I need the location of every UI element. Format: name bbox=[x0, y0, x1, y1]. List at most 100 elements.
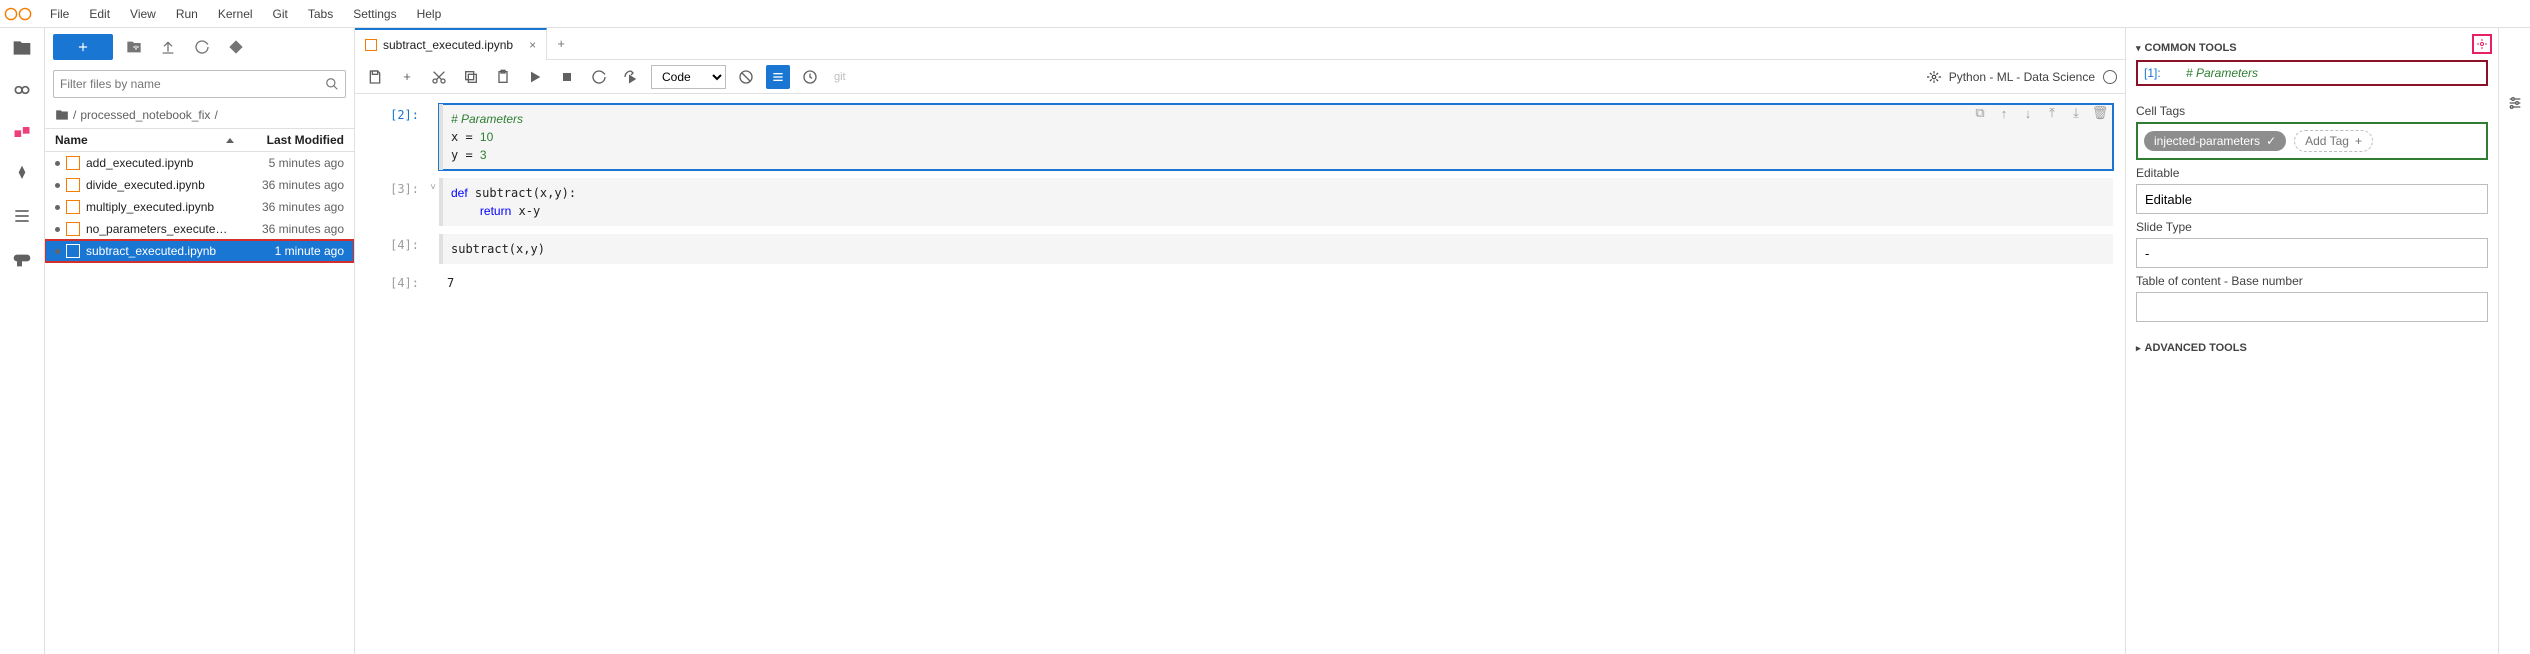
menu-settings[interactable]: Settings bbox=[343, 3, 406, 25]
new-folder-icon[interactable] bbox=[121, 34, 147, 60]
render-icon[interactable] bbox=[766, 65, 790, 89]
cell-gutter bbox=[439, 234, 443, 264]
celltype-select[interactable]: Code bbox=[651, 65, 726, 89]
gear-icon[interactable] bbox=[1927, 70, 1941, 84]
check-icon: ✓ bbox=[2266, 134, 2276, 148]
insert-below-icon[interactable]: ⤓ bbox=[2067, 104, 2085, 122]
save-icon[interactable] bbox=[363, 65, 387, 89]
file-row[interactable]: multiply_executed.ipynb36 minutes ago bbox=[45, 196, 354, 218]
diamond-git-icon[interactable] bbox=[223, 34, 249, 60]
fold-icon[interactable]: ˅ bbox=[427, 178, 439, 226]
cell-toolbar: ⧉ ↑ ↓ ⤒ ⤓ 🗑 bbox=[1971, 104, 2109, 122]
file-row[interactable]: add_executed.ipynb5 minutes ago bbox=[45, 152, 354, 174]
notebook-icon bbox=[66, 222, 80, 236]
menu-file[interactable]: File bbox=[40, 3, 79, 25]
new-launcher-button[interactable] bbox=[53, 34, 113, 60]
fold-icon[interactable] bbox=[427, 234, 439, 264]
cell-code[interactable]: def subtract(x,y): return x-y bbox=[443, 178, 2113, 226]
file-row[interactable]: no_parameters_executed.ipynb36 minutes a… bbox=[45, 218, 354, 240]
file-modified: 5 minutes ago bbox=[234, 156, 344, 170]
upload-icon[interactable] bbox=[155, 34, 181, 60]
notebook-icon bbox=[66, 178, 80, 192]
toc-icon[interactable] bbox=[10, 204, 34, 228]
cell-code[interactable]: subtract(x,y) bbox=[443, 234, 2113, 264]
file-modified: 36 minutes ago bbox=[234, 200, 344, 214]
common-tools-header[interactable]: COMMON TOOLS bbox=[2145, 42, 2237, 54]
stop-icon[interactable] bbox=[555, 65, 579, 89]
fold-icon[interactable] bbox=[427, 272, 439, 294]
folder-icon[interactable] bbox=[10, 36, 34, 60]
restart-icon[interactable] bbox=[587, 65, 611, 89]
file-name: subtract_executed.ipynb bbox=[86, 244, 234, 258]
cell-tags-label: Cell Tags bbox=[2136, 104, 2488, 118]
slide-type-input[interactable] bbox=[2136, 238, 2488, 268]
column-modified[interactable]: Last Modified bbox=[234, 133, 344, 147]
notebook-icon bbox=[66, 200, 80, 214]
breadcrumb[interactable]: / processed_notebook_fix / bbox=[45, 102, 354, 129]
notebook-cell[interactable]: [2]: # Parameters x = 10 y = 3⧉ ↑ ↓ ⤒ ⤓ 🗑 bbox=[367, 104, 2113, 170]
commands-icon[interactable] bbox=[10, 162, 34, 186]
inspector-settings-icon[interactable] bbox=[2472, 34, 2492, 54]
menu-kernel[interactable]: Kernel bbox=[208, 3, 263, 25]
sort-asc-icon[interactable] bbox=[226, 138, 234, 143]
notebook-panel: subtract_executed.ipynb × + + Code g bbox=[355, 28, 2126, 654]
delete-cell-icon[interactable]: 🗑 bbox=[2091, 104, 2109, 122]
filter-box[interactable] bbox=[53, 70, 346, 98]
menu-view[interactable]: View bbox=[120, 3, 166, 25]
kernel-name[interactable]: Python - ML - Data Science bbox=[1949, 70, 2095, 84]
menu-git[interactable]: Git bbox=[263, 3, 298, 25]
add-tag-button[interactable]: Add Tag+ bbox=[2294, 130, 2373, 152]
add-cell-icon[interactable]: + bbox=[395, 65, 419, 89]
menu-help[interactable]: Help bbox=[407, 3, 452, 25]
cut-icon[interactable] bbox=[427, 65, 451, 89]
menu-tabs[interactable]: Tabs bbox=[298, 3, 343, 25]
copy-icon[interactable] bbox=[459, 65, 483, 89]
move-up-icon[interactable]: ↑ bbox=[1995, 104, 2013, 122]
notebook-icon bbox=[66, 156, 80, 170]
advanced-tools-header[interactable]: ADVANCED TOOLS bbox=[2145, 342, 2247, 354]
file-row[interactable]: divide_executed.ipynb36 minutes ago bbox=[45, 174, 354, 196]
tag-chip[interactable]: injected-parameters✓ bbox=[2144, 131, 2286, 151]
notebook-cell[interactable]: [4]:subtract(x,y) bbox=[367, 234, 2113, 264]
restart-run-icon[interactable] bbox=[619, 65, 643, 89]
cell-prompt: [2]: bbox=[367, 104, 427, 170]
file-name: multiply_executed.ipynb bbox=[86, 200, 234, 214]
sliders-icon[interactable] bbox=[2504, 92, 2526, 114]
file-name: divide_executed.ipynb bbox=[86, 178, 234, 192]
editable-input[interactable] bbox=[2136, 184, 2488, 214]
close-tab-icon[interactable]: × bbox=[529, 38, 536, 52]
crumb-root[interactable]: / bbox=[73, 108, 76, 122]
add-tab-button[interactable]: + bbox=[547, 30, 575, 58]
git-branch-label: git bbox=[834, 71, 846, 83]
file-modified: 36 minutes ago bbox=[234, 222, 344, 236]
notebook-tab[interactable]: subtract_executed.ipynb × bbox=[355, 28, 547, 60]
menu-edit[interactable]: Edit bbox=[79, 3, 120, 25]
file-row[interactable]: subtract_executed.ipynb1 minute ago bbox=[45, 240, 354, 262]
notebook-cell[interactable]: [4]:7 bbox=[367, 272, 2113, 294]
column-name[interactable]: Name bbox=[55, 133, 226, 147]
filter-input[interactable] bbox=[60, 77, 325, 91]
kernel-status-icon[interactable] bbox=[2103, 70, 2117, 84]
running-icon[interactable] bbox=[10, 78, 34, 102]
cell-code[interactable]: # Parameters x = 10 y = 3 bbox=[443, 104, 2113, 170]
insert-above-icon[interactable]: ⤒ bbox=[2043, 104, 2061, 122]
notebook-cell[interactable]: [3]:˅def subtract(x,y): return x-y bbox=[367, 178, 2113, 226]
file-name: no_parameters_executed.ipynb bbox=[86, 222, 234, 236]
tab-label: subtract_executed.ipynb bbox=[383, 38, 513, 52]
menu-run[interactable]: Run bbox=[166, 3, 208, 25]
variable-inspector-icon[interactable] bbox=[734, 65, 758, 89]
refresh-icon[interactable] bbox=[189, 34, 215, 60]
running-dot-icon bbox=[55, 227, 60, 232]
clock-icon[interactable] bbox=[798, 65, 822, 89]
duplicate-icon[interactable]: ⧉ bbox=[1971, 104, 1989, 122]
notebook-icon bbox=[66, 244, 80, 258]
git-icon[interactable] bbox=[10, 120, 34, 144]
run-icon[interactable] bbox=[523, 65, 547, 89]
crumb-folder[interactable]: processed_notebook_fix bbox=[80, 108, 210, 122]
fold-icon[interactable] bbox=[427, 104, 439, 170]
extensions-icon[interactable] bbox=[10, 246, 34, 270]
paste-icon[interactable] bbox=[491, 65, 515, 89]
move-down-icon[interactable]: ↓ bbox=[2019, 104, 2037, 122]
toc-input[interactable] bbox=[2136, 292, 2488, 322]
preview-code: # Parameters bbox=[2186, 66, 2258, 80]
